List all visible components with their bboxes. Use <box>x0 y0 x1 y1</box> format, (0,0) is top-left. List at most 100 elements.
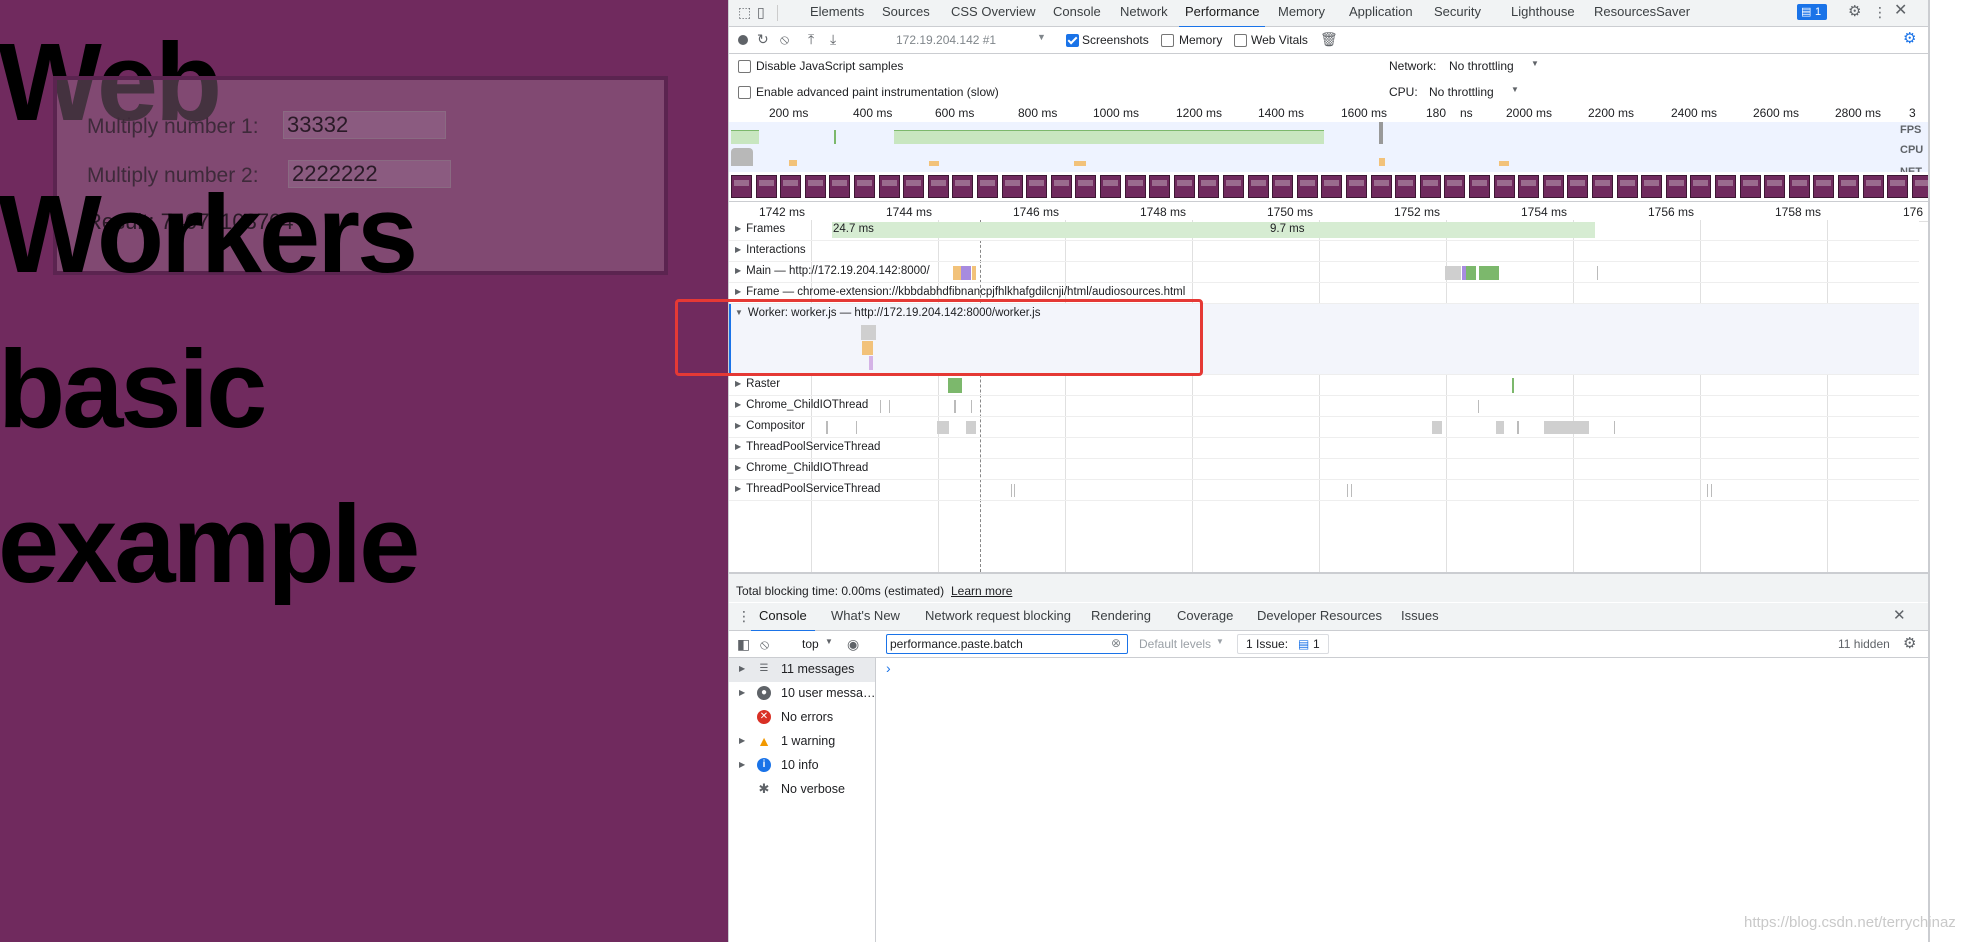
sidebar-item-verbose[interactable]: ✱ No verbose <box>729 778 875 802</box>
clear-console-icon[interactable]: ⦸ <box>760 636 769 652</box>
fps-band <box>729 122 1929 145</box>
tab-memory[interactable]: Memory <box>1278 0 1325 26</box>
screenshot-thumbnail <box>1715 175 1736 198</box>
track-thread-pool-2[interactable]: ▶ ThreadPoolServiceThread <box>729 480 1919 501</box>
detail-tick: 1742 ms <box>759 205 806 219</box>
trash-icon[interactable]: 🗑 <box>1320 31 1338 47</box>
screenshot-thumbnail <box>755 175 777 198</box>
track-raster[interactable]: ▶ Raster <box>729 375 1919 396</box>
tab-console[interactable]: Console <box>1053 0 1101 26</box>
drawer-menu-icon[interactable]: ⋮ <box>737 608 751 624</box>
tab-lighthouse[interactable]: Lighthouse <box>1511 0 1575 26</box>
flame-chart[interactable]: ▶ Frames 24.7 ms 9.7 ms ▶ Interactions ▶ Ma… <box>729 220 1919 572</box>
tab-network[interactable]: Network <box>1120 0 1168 26</box>
context-select[interactable]: top <box>802 637 819 651</box>
issues-counter[interactable]: 1 Issue: ▤ 1 <box>1237 634 1329 654</box>
track-thread-pool-1[interactable]: ▶ ThreadPoolServiceThread <box>729 438 1919 459</box>
record-icon[interactable] <box>738 35 748 45</box>
sidebar-item-user-messages[interactable]: ▶ ● 10 user messa… <box>729 682 875 706</box>
screenshot-thumbnail <box>927 175 949 198</box>
memory-checkbox[interactable] <box>1161 34 1174 47</box>
track-main[interactable]: ▶ Main — http://172.19.204.142:8000/ <box>729 262 1919 283</box>
drawer-tab-network-request-blocking[interactable]: Network request blocking <box>925 604 1071 630</box>
console-output[interactable]: › <box>876 658 1929 942</box>
close-devtools-icon[interactable]: ✕ <box>1894 3 1907 19</box>
devtools-tabbar: ⬚ ▯ Elements Sources CSS Overview Consol… <box>729 0 1929 28</box>
screenshot-thumbnail <box>878 175 900 198</box>
network-throttle-select[interactable]: No throttling <box>1449 59 1514 73</box>
screenshot-thumbnail <box>1862 175 1884 198</box>
sidebar-item-errors[interactable]: ✕ No errors <box>729 706 875 730</box>
recording-select[interactable]: 172.19.204.142 #1 <box>896 33 996 47</box>
tab-performance[interactable]: Performance <box>1179 0 1266 28</box>
screenshot-thumbnail <box>1592 175 1613 198</box>
console-prompt[interactable]: › <box>886 660 891 676</box>
more-menu-icon[interactable]: ⋮ <box>1873 4 1887 20</box>
console-settings-gear-icon[interactable]: ⚙ <box>1903 636 1916 652</box>
detail-tick: 1752 ms <box>1394 205 1441 219</box>
close-drawer-icon[interactable]: ✕ <box>1893 608 1906 624</box>
screenshot-thumbnail <box>1124 175 1146 198</box>
log-levels-select[interactable]: Default levels <box>1139 637 1211 651</box>
device-toggle-icon[interactable]: ▯ <box>757 4 765 20</box>
drawer-tab-coverage[interactable]: Coverage <box>1177 604 1233 630</box>
clear-filter-icon[interactable]: ⊗ <box>1111 636 1121 650</box>
inspect-icon[interactable]: ⬚ <box>738 4 751 20</box>
tab-resourcessaver[interactable]: ResourcesSaver <box>1594 0 1690 26</box>
download-icon[interactable]: ⤓ <box>830 31 836 47</box>
screenshot-thumbnail <box>903 175 925 198</box>
cpu-throttle-select[interactable]: No throttling <box>1429 85 1494 99</box>
track-interactions[interactable]: ▶ Interactions <box>729 241 1919 262</box>
drawer-tab-issues[interactable]: Issues <box>1401 604 1439 630</box>
screenshot-thumbnail <box>1223 175 1244 198</box>
screenshot-thumbnail <box>1739 175 1761 198</box>
screenshot-thumbnail <box>1198 175 1220 198</box>
console-filter-input[interactable]: performance.paste.batch ⊗ <box>886 634 1128 654</box>
drawer-tab-console[interactable]: Console <box>751 604 815 632</box>
tab-application[interactable]: Application <box>1349 0 1413 26</box>
expand-triangle-icon: ▶ <box>735 400 742 409</box>
detail-tick: 1746 ms <box>1013 205 1060 219</box>
clear-icon[interactable]: ⦸ <box>780 31 789 47</box>
advanced-paint-checkbox[interactable] <box>738 86 751 99</box>
chevron-down-icon: ▼ <box>1511 85 1519 94</box>
drawer-tab-rendering[interactable]: Rendering <box>1091 604 1151 630</box>
message-icon: ▤ <box>1298 637 1310 651</box>
expand-triangle-icon: ▶ <box>739 688 746 697</box>
sidebar-toggle-icon[interactable]: ◧ <box>737 636 750 652</box>
issues-badge[interactable]: ▤ 1 <box>1797 4 1827 20</box>
sidebar-item-warnings[interactable]: ▶ ▲ 1 warning <box>729 730 875 754</box>
settings-gear-icon[interactable]: ⚙ <box>1848 4 1861 20</box>
upload-icon[interactable]: ⤒ <box>808 31 814 47</box>
tab-sources[interactable]: Sources <box>882 0 930 26</box>
expand-triangle-icon: ▶ <box>735 224 742 233</box>
drawer-tab-developer-resources[interactable]: Developer Resources <box>1257 604 1382 630</box>
capture-settings-gear-icon[interactable]: ⚙ <box>1903 31 1916 47</box>
overview-tick: 180 <box>1426 106 1447 120</box>
reload-record-icon[interactable]: ↻ <box>757 31 769 47</box>
screenshot-thumbnail <box>977 175 998 198</box>
web-vitals-checkbox[interactable] <box>1234 34 1247 47</box>
screenshots-checkbox[interactable] <box>1066 34 1079 47</box>
timeline-overview[interactable]: 200 ms 400 ms 600 ms 800 ms 1000 ms 1200… <box>729 106 1933 201</box>
screenshot-thumbnail <box>1665 175 1687 198</box>
screenshot-thumbnail <box>1838 175 1859 198</box>
eye-icon[interactable]: ◉ <box>847 636 859 652</box>
sidebar-item-info[interactable]: ▶ i 10 info <box>729 754 875 778</box>
track-label: Main — http://172.19.204.142:8000/ <box>746 265 930 277</box>
tab-security[interactable]: Security <box>1434 0 1481 26</box>
sidebar-item-messages[interactable]: ▶ ☰ 11 messages <box>729 658 875 682</box>
learn-more-link[interactable]: Learn more <box>951 584 1012 598</box>
track-child-io[interactable]: ▶ Chrome_ChildIOThread <box>729 396 1919 417</box>
drawer-tab-whats-new[interactable]: What's New <box>831 604 900 630</box>
track-child-io-2[interactable]: ▶ Chrome_ChildIOThread <box>729 459 1919 480</box>
track-label: Interactions <box>746 244 806 256</box>
disable-js-samples-checkbox[interactable] <box>738 60 751 73</box>
screenshot-thumbnail <box>1690 175 1712 198</box>
screenshot-thumbnail <box>952 175 974 198</box>
track-frames[interactable]: ▶ Frames 24.7 ms 9.7 ms <box>729 220 1919 241</box>
tab-css-overview[interactable]: CSS Overview <box>951 0 1036 26</box>
track-compositor[interactable]: ▶ Compositor <box>729 417 1919 438</box>
number-1-input[interactable] <box>283 111 446 139</box>
tab-elements[interactable]: Elements <box>810 0 864 26</box>
